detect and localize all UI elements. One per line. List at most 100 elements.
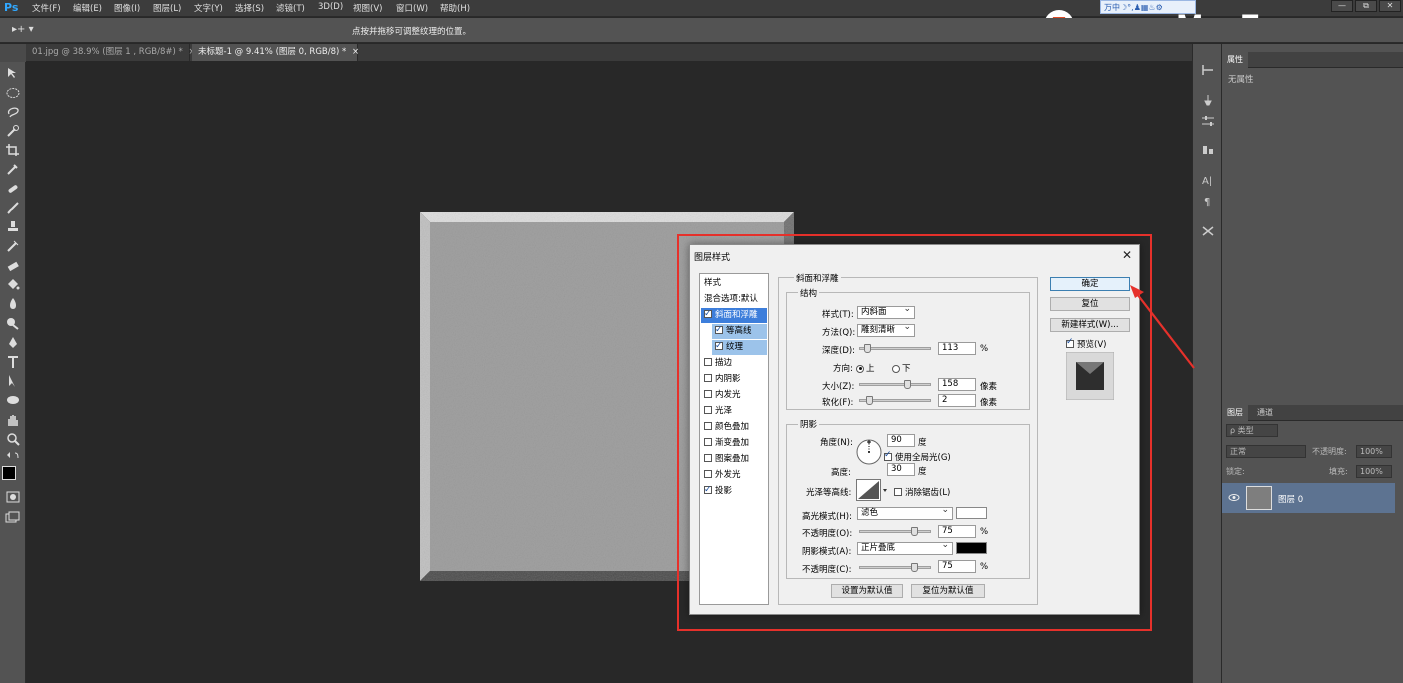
menu-file[interactable]: 文件(F) — [32, 2, 61, 14]
shadow-opacity-thumb[interactable] — [911, 563, 918, 572]
blend-options-item[interactable]: 混合选项:默认 — [701, 292, 767, 307]
checkbox-unchecked-icon[interactable] — [704, 357, 712, 366]
direction-down-radio[interactable]: 下 — [892, 362, 911, 374]
style-item-6[interactable]: 光泽 — [701, 404, 767, 419]
path-selection-tool-icon[interactable] — [5, 374, 21, 388]
close-tab-icon[interactable]: × — [352, 47, 359, 57]
checkbox-unchecked-icon[interactable] — [704, 469, 712, 478]
paragraph-panel-icon[interactable]: ¶ — [1201, 195, 1215, 207]
preview-checkbox[interactable]: 预览(V) — [1066, 337, 1106, 350]
reset-button[interactable]: 复位 — [1050, 297, 1130, 311]
marquee-tool-icon[interactable] — [5, 86, 21, 100]
checkbox-checked-icon[interactable] — [704, 483, 712, 498]
style-item-4[interactable]: 内阴影 — [701, 372, 767, 387]
shadow-opacity-slider[interactable] — [859, 563, 931, 572]
style-item-10[interactable]: 外发光 — [701, 468, 767, 483]
checkbox-checked-icon[interactable] — [715, 339, 723, 354]
depth-slider-thumb[interactable] — [864, 344, 871, 353]
checkbox-unchecked-icon[interactable] — [704, 421, 712, 430]
style-item-11[interactable]: 投影 — [701, 483, 767, 499]
menu-help[interactable]: 帮助(H) — [440, 2, 470, 14]
hand-tool-icon[interactable] — [5, 413, 21, 427]
menu-view[interactable]: 视图(V) — [353, 2, 382, 14]
tab-layers[interactable]: 图层 — [1222, 405, 1248, 421]
depth-input[interactable]: 113 — [938, 342, 976, 355]
style-item-3[interactable]: 描边 — [701, 356, 767, 371]
checkbox-unchecked-icon[interactable] — [704, 437, 712, 446]
quick-mask-icon[interactable] — [5, 490, 21, 504]
character-panel-icon[interactable]: A| — [1201, 174, 1215, 186]
antialias-checkbox[interactable]: 消除锯齿(L) — [894, 486, 950, 498]
ellipse-tool-icon[interactable] — [5, 393, 21, 407]
tab-properties[interactable]: 属性 — [1222, 52, 1248, 68]
depth-slider[interactable] — [859, 344, 931, 353]
history-brush-tool-icon[interactable] — [5, 239, 21, 253]
menu-type[interactable]: 文字(Y) — [194, 2, 223, 14]
dodge-tool-icon[interactable] — [5, 316, 21, 330]
highlight-opacity-input[interactable]: 75 — [938, 525, 976, 538]
menu-3d[interactable]: 3D(D) — [318, 2, 343, 12]
shadow-color-swatch[interactable] — [956, 542, 987, 554]
global-light-checkbox[interactable]: 使用全局光(G) — [884, 450, 951, 463]
reset-default-button[interactable]: 复位为默认值 — [911, 584, 985, 598]
eye-icon[interactable] — [1228, 493, 1240, 502]
brush-panel-icon[interactable] — [1201, 94, 1215, 106]
soften-slider[interactable] — [859, 396, 931, 405]
soften-slider-thumb[interactable] — [866, 396, 873, 405]
paint-bucket-tool-icon[interactable] — [5, 278, 21, 292]
direction-up-radio[interactable]: 上 — [856, 362, 875, 374]
eyedropper-tool-icon[interactable] — [5, 162, 21, 176]
layer-row[interactable]: 图层 0 — [1222, 483, 1395, 513]
shadow-mode-select[interactable]: 正片叠底 — [857, 540, 953, 555]
checkbox-unchecked-icon[interactable] — [704, 405, 712, 414]
angle-input[interactable]: 90 — [887, 434, 915, 447]
history-panel-icon[interactable] — [1201, 64, 1215, 76]
close-icon[interactable]: ✕ — [1122, 248, 1134, 262]
eraser-tool-icon[interactable] — [5, 259, 21, 273]
style-item-8[interactable]: 渐变叠加 — [701, 436, 767, 451]
clone-stamp-tool-icon[interactable] — [5, 220, 21, 234]
style-item-0[interactable]: 斜面和浮雕 — [701, 307, 767, 323]
fill-input[interactable]: 100% — [1356, 465, 1392, 478]
quick-select-tool-icon[interactable] — [5, 124, 21, 138]
swap-colors-icon[interactable] — [5, 451, 21, 465]
brush-tool-icon[interactable] — [5, 201, 21, 215]
layer-filter-kind[interactable]: ρ 类型 — [1226, 424, 1278, 437]
style-item-1[interactable]: 等高线 — [712, 323, 767, 339]
gloss-contour-picker[interactable] — [856, 479, 888, 501]
screen-mode-icon[interactable] — [5, 511, 21, 525]
size-slider-thumb[interactable] — [904, 380, 911, 389]
menu-layer[interactable]: 图层(L) — [153, 2, 181, 14]
restore-button[interactable]: ⧉ — [1355, 0, 1377, 12]
menu-edit[interactable]: 编辑(E) — [73, 2, 102, 14]
clone-source-panel-icon[interactable] — [1201, 144, 1215, 156]
styles-header[interactable]: 样式 — [701, 276, 767, 291]
toolbar-grip[interactable] — [0, 44, 26, 62]
adjustments-panel-icon[interactable] — [1201, 115, 1215, 127]
highlight-opacity-slider[interactable] — [859, 527, 931, 536]
tool-preset-picker[interactable]: ▸+ ▾ — [12, 24, 42, 37]
tab-document-2[interactable]: 未标题-1 @ 9.41% (图层 0, RGB/8) * × — [192, 44, 359, 61]
zoom-tool-icon[interactable] — [5, 432, 21, 446]
crop-tool-icon[interactable] — [5, 143, 21, 157]
blur-tool-icon[interactable] — [5, 297, 21, 311]
technique-select[interactable]: 雕刻清晰 — [857, 322, 915, 337]
style-item-2[interactable]: 纹理 — [712, 339, 767, 355]
pen-tool-icon[interactable] — [5, 336, 21, 350]
style-item-7[interactable]: 颜色叠加 — [701, 420, 767, 435]
style-item-9[interactable]: 图案叠加 — [701, 452, 767, 467]
move-tool-icon[interactable] — [5, 66, 21, 80]
foreground-color-swatch[interactable] — [2, 466, 16, 480]
make-default-button[interactable]: 设置为默认值 — [831, 584, 903, 598]
shadow-opacity-input[interactable]: 75 — [938, 560, 976, 573]
soften-input[interactable]: 2 — [938, 394, 976, 407]
checkbox-unchecked-icon[interactable] — [704, 453, 712, 462]
tab-channels[interactable]: 通道 — [1252, 405, 1278, 421]
checkbox-unchecked-icon[interactable] — [704, 373, 712, 382]
altitude-input[interactable]: 30 — [887, 463, 915, 476]
size-input[interactable]: 158 — [938, 378, 976, 391]
type-tool-icon[interactable] — [5, 355, 21, 369]
lasso-tool-icon[interactable] — [5, 105, 21, 119]
highlight-opacity-thumb[interactable] — [911, 527, 918, 536]
menu-select[interactable]: 选择(S) — [235, 2, 264, 14]
